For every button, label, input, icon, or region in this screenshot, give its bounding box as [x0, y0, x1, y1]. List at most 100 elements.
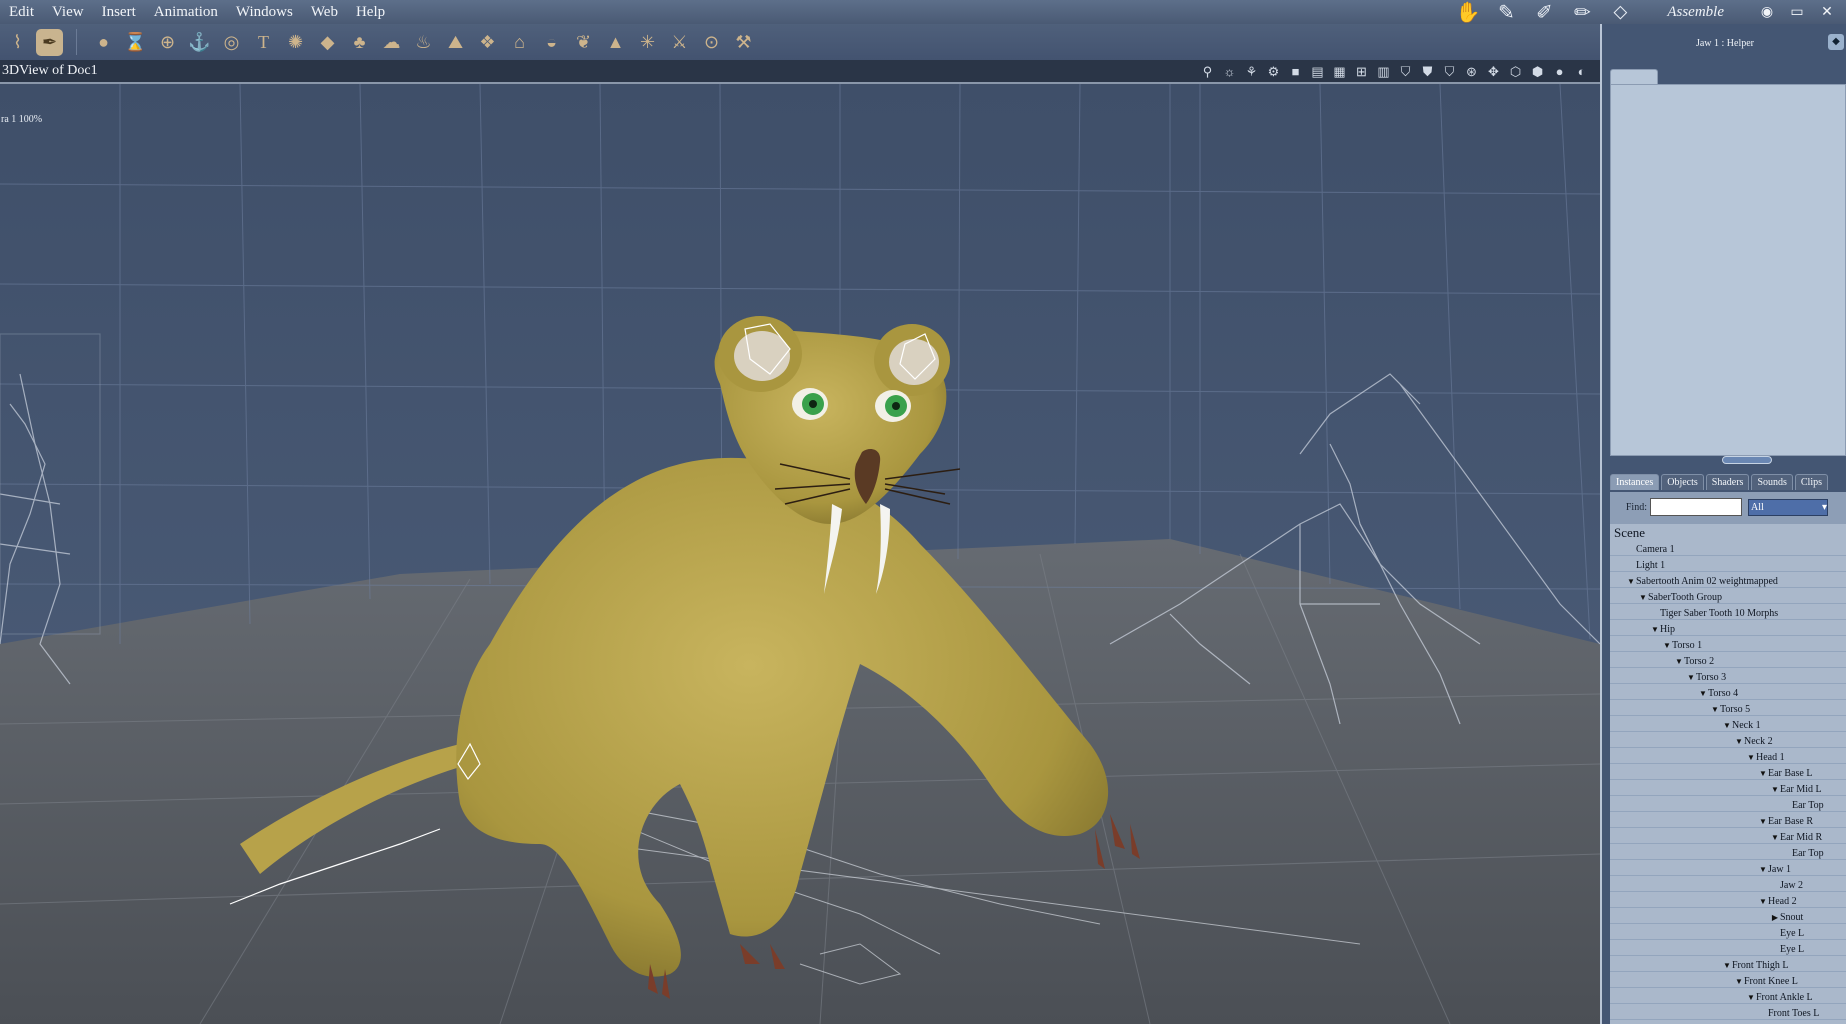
brush-tool-icon[interactable]: ⌇	[4, 29, 31, 56]
face-room-icon[interactable]: ✐	[1531, 1, 1557, 24]
quad-view-icon[interactable]: ⊞	[1353, 63, 1370, 80]
cloud-icon[interactable]: ☁	[378, 29, 405, 56]
cone-icon[interactable]: ▲	[602, 29, 629, 56]
expand-triangle-icon[interactable]: ▼	[1758, 862, 1768, 878]
tree-row[interactable]: ▼ Torso 3	[1610, 670, 1846, 686]
expand-triangle-icon[interactable]: ▼	[1674, 654, 1684, 670]
tree-row[interactable]: ▼ Front Knee L	[1610, 974, 1846, 990]
tree-root[interactable]: Scene	[1610, 524, 1846, 542]
expand-triangle-icon[interactable]: ▼	[1758, 894, 1768, 910]
3d-canvas[interactable]: ra 1 100%	[0, 84, 1600, 1024]
paint-room-icon[interactable]: ✏	[1569, 1, 1595, 24]
orbit-icon[interactable]: ✥	[1485, 63, 1502, 80]
expand-triangle-icon[interactable]: ▼	[1770, 830, 1780, 846]
tree-icon[interactable]: ♣	[346, 29, 373, 56]
shield-outline-icon[interactable]: ⛉	[1441, 63, 1458, 80]
tree-row[interactable]: ▼ Hip	[1610, 622, 1846, 638]
plane-primitive-icon[interactable]: ◆	[314, 29, 341, 56]
wand-icon[interactable]: ⚒	[730, 29, 757, 56]
expand-triangle-icon[interactable]: ▼	[1698, 686, 1708, 702]
tree-row[interactable]: ▼ Front Ankle L	[1610, 990, 1846, 1006]
expand-triangle-icon[interactable]: ▼	[1650, 622, 1660, 638]
pose-tool-icon[interactable]: ✒	[36, 28, 63, 56]
menu-item-insert[interactable]: Insert	[93, 0, 145, 24]
sphere-primitive-icon[interactable]: ●	[90, 29, 117, 56]
expand-triangle-icon[interactable]: ▼	[1722, 718, 1732, 734]
tab-clips[interactable]: Clips	[1794, 474, 1829, 490]
tree-row[interactable]: ▼ Front Thigh L	[1610, 958, 1846, 974]
tree-row[interactable]: ▼ Neck 1	[1610, 718, 1846, 734]
panel-splitter[interactable]	[1722, 456, 1772, 464]
leaf-icon[interactable]: ❦	[570, 29, 597, 56]
pin-icon[interactable]: ◆	[1828, 34, 1844, 50]
tree-row[interactable]: Ear Top	[1610, 846, 1846, 862]
shield-split-icon[interactable]: ⛊	[1419, 63, 1436, 80]
flame-icon[interactable]: ♨	[410, 29, 437, 56]
tree-row[interactable]: Light 1	[1610, 558, 1846, 574]
text-primitive-icon[interactable]: T	[250, 29, 277, 56]
expand-triangle-icon[interactable]: ▼	[1746, 750, 1756, 766]
tree-row[interactable]: Eye L	[1610, 926, 1846, 942]
tree-row[interactable]: ▼ Head 2	[1610, 894, 1846, 910]
find-input[interactable]	[1650, 498, 1742, 516]
alt-view-icon[interactable]: ▥	[1375, 63, 1392, 80]
expand-triangle-icon[interactable]: ▼	[1758, 814, 1768, 830]
target-icon[interactable]: ⊙	[698, 29, 725, 56]
walk-icon[interactable]: ⚘	[1243, 63, 1260, 80]
tab-objects[interactable]: Objects	[1661, 474, 1704, 490]
triple-view-icon[interactable]: ▦	[1331, 63, 1348, 80]
preview-tab[interactable]	[1610, 69, 1658, 85]
tree-row[interactable]: Front Toes L	[1610, 1006, 1846, 1022]
tree-row[interactable]: ▶ Snout	[1610, 910, 1846, 926]
tab-sounds[interactable]: Sounds	[1751, 474, 1793, 490]
wireframe-cube-icon[interactable]: ⬡	[1507, 63, 1524, 80]
collapsed-triangle-icon[interactable]: ▶	[1770, 910, 1780, 926]
house-icon[interactable]: ⌂	[506, 29, 533, 56]
light-room-icon[interactable]: ⬦	[1607, 1, 1633, 23]
menu-item-edit[interactable]: Edit	[0, 0, 43, 24]
menu-item-web[interactable]: Web	[302, 0, 347, 24]
tree-row[interactable]: ▼ Jaw 1	[1610, 862, 1846, 878]
expand-triangle-icon[interactable]: ▼	[1626, 574, 1636, 590]
expand-triangle-icon[interactable]: ▼	[1722, 958, 1732, 974]
light-icon[interactable]: ☼	[1221, 63, 1238, 80]
filter-select[interactable]: All ▾	[1748, 498, 1828, 516]
tab-instances[interactable]: Instances	[1610, 474, 1660, 490]
expand-triangle-icon[interactable]: ▼	[1734, 974, 1744, 990]
particle-icon[interactable]: ✺	[282, 29, 309, 56]
torus-primitive-icon[interactable]: ◎	[218, 29, 245, 56]
single-view-icon[interactable]: ■	[1287, 63, 1304, 80]
tree-row[interactable]: Jaw 2	[1610, 878, 1846, 894]
navigate-icon[interactable]: ⊛	[1463, 63, 1480, 80]
maximize-icon[interactable]: ▭	[1788, 4, 1806, 21]
preview-sphere-icon[interactable]: ◐	[1573, 63, 1590, 80]
menu-item-animation[interactable]: Animation	[145, 0, 227, 24]
split-view-icon[interactable]: ▤	[1309, 63, 1326, 80]
menu-item-view[interactable]: View	[43, 0, 93, 24]
tree-row[interactable]: Eye L	[1610, 942, 1846, 958]
bones-icon[interactable]: ⚓	[186, 29, 213, 56]
tree-row[interactable]: ▼ Head 1	[1610, 750, 1846, 766]
terrain-icon[interactable]: ⛰	[442, 29, 469, 56]
expand-triangle-icon[interactable]: ▼	[1770, 782, 1780, 798]
expand-triangle-icon[interactable]: ▼	[1734, 734, 1744, 750]
tree-row[interactable]: Camera 1	[1610, 542, 1846, 558]
shaded-cube-icon[interactable]: ⬢	[1529, 63, 1546, 80]
expand-triangle-icon[interactable]: ▼	[1686, 670, 1696, 686]
tree-row[interactable]: ▼ Torso 5	[1610, 702, 1846, 718]
tab-shaders[interactable]: Shaders	[1705, 474, 1750, 490]
expand-triangle-icon[interactable]: ▼	[1662, 638, 1672, 654]
shield-icon[interactable]: ⛉	[1397, 63, 1414, 80]
expand-triangle-icon[interactable]: ▼	[1746, 990, 1756, 1006]
tree-row[interactable]: ▼ Neck 2	[1610, 734, 1846, 750]
tree-row[interactable]: ▼ Torso 2	[1610, 654, 1846, 670]
expand-triangle-icon[interactable]: ▼	[1638, 590, 1648, 606]
cylinder-primitive-icon[interactable]: ⌛	[122, 29, 149, 56]
hand-room-icon[interactable]: ✋	[1455, 1, 1481, 24]
menu-item-help[interactable]: Help	[347, 0, 394, 24]
tree-row[interactable]: Ear Top	[1610, 798, 1846, 814]
visibility-icon[interactable]: ◉	[1758, 4, 1776, 21]
tree-row[interactable]: ▼ Ear Base L	[1610, 766, 1846, 782]
gear-icon[interactable]: ⚙	[1265, 63, 1282, 80]
tree-row[interactable]: ▼ SaberTooth Group	[1610, 590, 1846, 606]
